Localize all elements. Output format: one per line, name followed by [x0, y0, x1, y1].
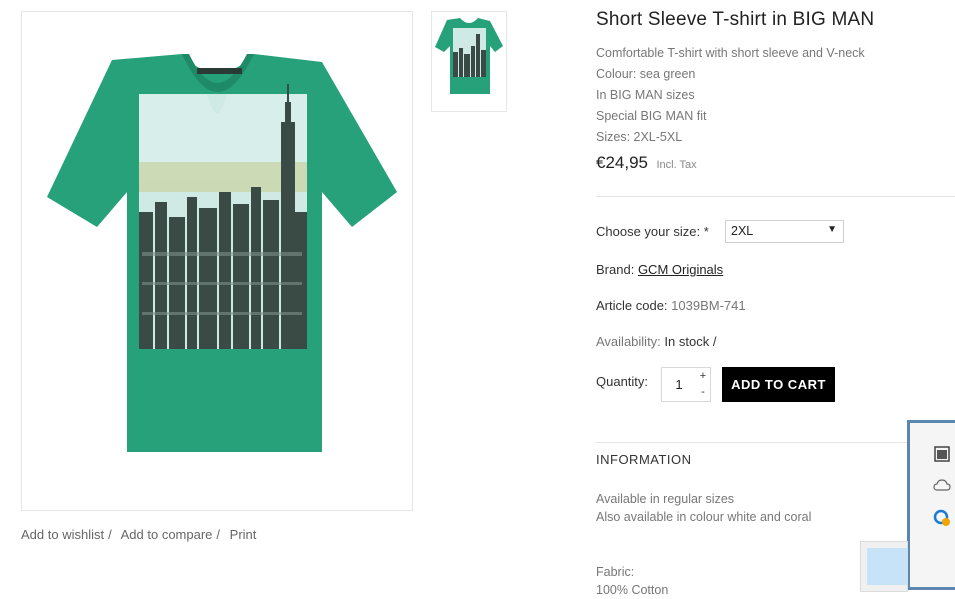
- product-main-image[interactable]: [21, 11, 413, 511]
- size-label-text: Choose your size:: [596, 224, 701, 239]
- required-mark: *: [703, 224, 709, 239]
- quantity-increase-button[interactable]: +: [696, 368, 710, 384]
- side-widget-button[interactable]: [867, 548, 907, 585]
- quantity-input[interactable]: 1: [662, 377, 696, 392]
- product-description: Comfortable T-shirt with short sleeve an…: [596, 43, 865, 148]
- product-title: Short Sleeve T-shirt in BIG MAN: [596, 9, 875, 30]
- information-line: Available in regular sizes: [596, 492, 735, 506]
- add-to-cart-button[interactable]: ADD TO CART: [722, 367, 835, 402]
- description-line: Special BIG MAN fit: [596, 109, 707, 123]
- brand-row: Brand: GCM Originals: [596, 262, 723, 277]
- article-row: Article code: 1039BM-741: [596, 298, 746, 313]
- price-amount: €24,95: [596, 153, 648, 172]
- quantity-stepper: 1 + -: [661, 367, 711, 402]
- price-block: €24,95 Incl. Tax: [596, 153, 697, 173]
- description-line: In BIG MAN sizes: [596, 88, 695, 102]
- fabric-label: Fabric:: [596, 565, 635, 579]
- fabric-value: 100% Cotton: [596, 583, 669, 597]
- availability-label: Availability:: [596, 334, 661, 349]
- brand-label: Brand:: [596, 262, 635, 277]
- quantity-label: Quantity:: [596, 374, 649, 389]
- side-widget-inner: [910, 423, 955, 587]
- tshirt-image: [47, 54, 397, 452]
- separator: /: [216, 527, 221, 542]
- product-thumbnail[interactable]: [431, 11, 507, 112]
- size-selected-value: 2XL: [731, 224, 754, 238]
- description-line: Comfortable T-shirt with short sleeve an…: [596, 46, 865, 60]
- edge-browser-icon[interactable]: [933, 509, 951, 527]
- quantity-decrease-button[interactable]: -: [696, 384, 710, 400]
- dropdown-arrow-icon: ▼: [827, 224, 837, 235]
- image-links: Add to wishlist / Add to compare / Print: [21, 527, 256, 542]
- window-icon[interactable]: [933, 445, 951, 463]
- size-select[interactable]: 2XL ▼: [725, 220, 844, 243]
- add-to-wishlist-link[interactable]: Add to wishlist: [21, 527, 104, 542]
- separator: /: [108, 527, 112, 542]
- description-line: Sizes: 2XL-5XL: [596, 130, 683, 144]
- cloud-icon[interactable]: [933, 477, 951, 495]
- print-link[interactable]: Print: [230, 527, 257, 542]
- fabric-info: Fabric: 100% Cotton: [596, 563, 668, 599]
- divider: [596, 442, 955, 443]
- add-to-compare-link[interactable]: Add to compare: [121, 527, 213, 542]
- availability-value: In stock /: [664, 334, 717, 349]
- tshirt-thumbnail-image: [435, 18, 503, 94]
- article-code: 1039BM-741: [671, 298, 746, 313]
- divider: [596, 196, 955, 197]
- article-label: Article code:: [596, 298, 668, 313]
- information-text: Available in regular sizes Also availabl…: [596, 490, 811, 526]
- brand-link[interactable]: GCM Originals: [638, 262, 723, 277]
- side-widget-button-area: [860, 541, 908, 592]
- information-heading[interactable]: INFORMATION: [596, 452, 692, 467]
- availability-row: Availability: In stock /: [596, 334, 716, 349]
- information-line: Also available in colour white and coral: [596, 510, 812, 524]
- side-widget-panel: [907, 420, 955, 590]
- description-line: Colour: sea green: [596, 67, 696, 81]
- tax-note: Incl. Tax: [656, 159, 697, 171]
- size-label: Choose your size: *: [596, 224, 709, 239]
